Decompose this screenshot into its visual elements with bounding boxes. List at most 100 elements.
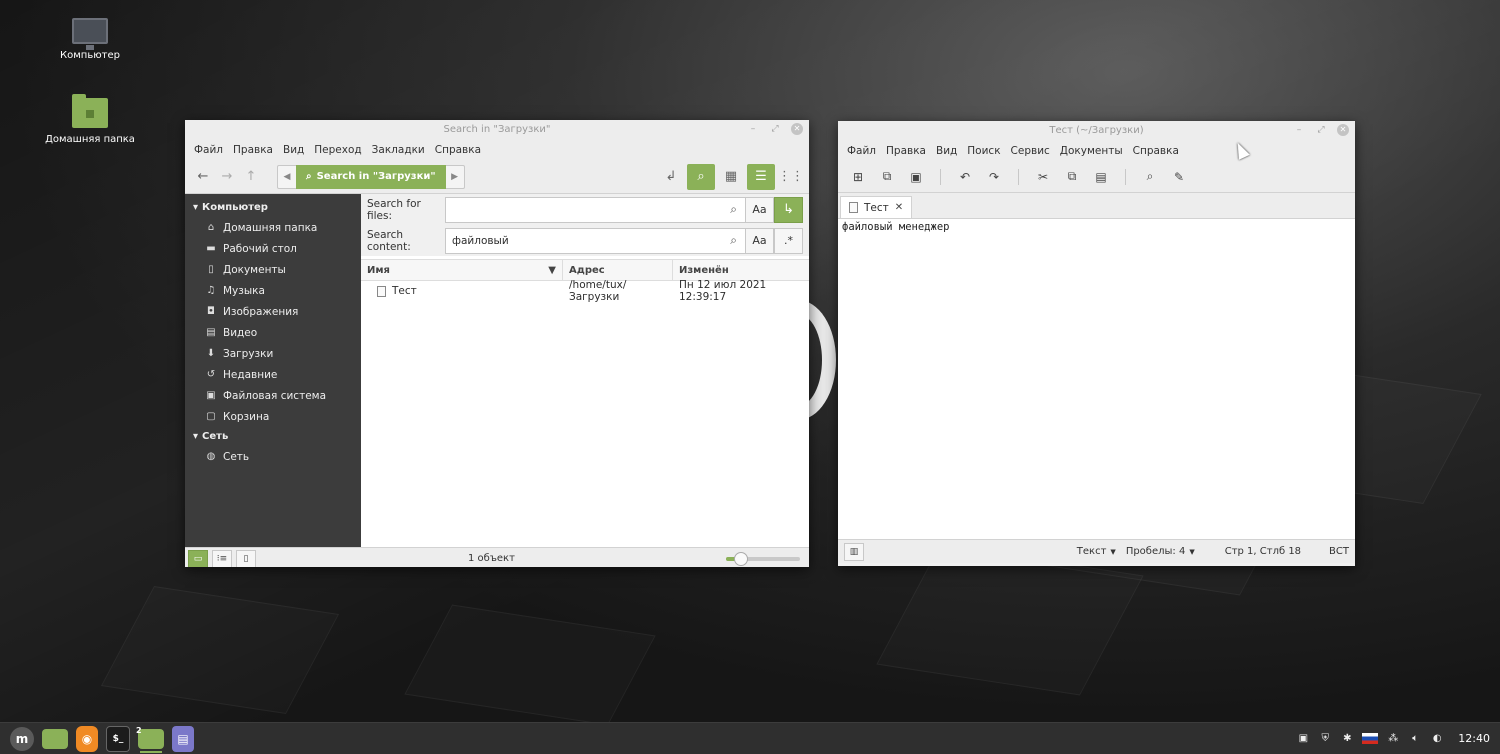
- search-content-input[interactable]: файловый ⌕: [445, 227, 745, 254]
- close-tab-icon[interactable]: ✕: [895, 202, 903, 213]
- menu-bookmarks[interactable]: Закладки: [367, 144, 430, 156]
- breadcrumb-right-arrow[interactable]: ▶: [446, 172, 464, 182]
- firefox-launcher-icon[interactable]: ◉: [76, 725, 98, 752]
- back-button[interactable]: ←: [191, 165, 215, 189]
- keyboard-layout-flag-icon[interactable]: [1362, 733, 1379, 744]
- list-view-button[interactable]: ☰: [747, 163, 775, 190]
- column-modified[interactable]: Изменён: [673, 260, 807, 280]
- copy-icon[interactable]: ⧉: [1060, 165, 1084, 189]
- content-case-sensitive-button[interactable]: Aa: [745, 227, 774, 254]
- close-button[interactable]: ✕: [791, 123, 803, 135]
- cut-icon[interactable]: ✂: [1031, 165, 1055, 189]
- tab-width-selector[interactable]: Пробелы: 4 ▼: [1126, 546, 1195, 557]
- search-icon[interactable]: ⌕: [1138, 165, 1162, 189]
- menu-tools[interactable]: Сервис: [1006, 145, 1055, 157]
- sidebar-item-trash[interactable]: ▢ Корзина: [185, 406, 361, 427]
- menu-search[interactable]: Поиск: [962, 145, 1005, 157]
- tree-toggle-button[interactable]: ⁝≡: [212, 549, 232, 567]
- text-editor-toolbar: ⊞ ⧉ ▣ ↶ ↷ ✂ ⧉ ▤ ⌕ ✎: [838, 161, 1355, 193]
- clipboard-icon[interactable]: ▣: [1296, 732, 1310, 746]
- maximize-button[interactable]: ⤢: [769, 123, 781, 135]
- hide-sidebar-button[interactable]: ▯: [236, 549, 256, 567]
- language-selector[interactable]: Текст ▼: [1077, 546, 1116, 557]
- menu-view[interactable]: Вид: [278, 144, 309, 156]
- terminal-launcher-icon[interactable]: $_: [106, 725, 130, 752]
- sidebar-item-downloads[interactable]: ⬇ Загрузки: [185, 343, 361, 364]
- menu-edit[interactable]: Правка: [228, 144, 278, 156]
- icon-view-button[interactable]: ▦: [719, 165, 743, 189]
- volume-icon[interactable]: 🔈︎: [1408, 732, 1422, 746]
- breadcrumb-current[interactable]: ⌕ Search in "Загрузки": [296, 164, 446, 189]
- toolbar-separator: [1018, 168, 1019, 185]
- menu-file[interactable]: Файл: [842, 145, 881, 157]
- sidebar-section-computer[interactable]: ▾ Компьютер: [185, 198, 361, 217]
- desktop-icon-computer[interactable]: Компьютер: [40, 18, 140, 61]
- search-toggle-button[interactable]: ⌕: [687, 163, 715, 190]
- up-button[interactable]: ↑: [239, 165, 263, 189]
- start-search-button[interactable]: ↳: [774, 196, 803, 223]
- forward-button[interactable]: →: [215, 165, 239, 189]
- files-launcher-icon[interactable]: [42, 728, 68, 749]
- menu-view[interactable]: Вид: [931, 145, 962, 157]
- file-manager-titlebar[interactable]: Search in "Загрузки" – ⤢ ✕: [185, 120, 809, 140]
- tab-document[interactable]: Тест ✕: [840, 196, 913, 218]
- paste-icon[interactable]: ▤: [1089, 165, 1113, 189]
- sidebar-item-network[interactable]: ◍ Сеть: [185, 446, 361, 467]
- menu-edit[interactable]: Правка: [881, 145, 931, 157]
- open-document-icon[interactable]: ⧉: [875, 165, 899, 189]
- file-manager-task-icon[interactable]: 2: [136, 726, 164, 753]
- sidebar-item-home[interactable]: ⌂ Домашняя папка: [185, 217, 361, 238]
- sidebar-section-network[interactable]: ▾ Сеть: [185, 427, 361, 446]
- menu-file[interactable]: Файл: [189, 144, 228, 156]
- notifications-icon[interactable]: ◐: [1430, 732, 1444, 746]
- bluetooth-icon[interactable]: ✱: [1340, 732, 1354, 746]
- breadcrumb-left-arrow[interactable]: ◀: [278, 172, 296, 182]
- desktop-icon-home[interactable]: Домашняя папка: [40, 94, 140, 145]
- text-editor-task-icon[interactable]: ▤: [172, 725, 194, 754]
- minimize-button[interactable]: –: [1293, 124, 1305, 136]
- text-editor-titlebar[interactable]: Тест (~/Загрузки) – ⤢ ✕: [838, 121, 1355, 141]
- sidebar-item-filesystem[interactable]: ▣ Файловая система: [185, 385, 361, 406]
- compact-view-button[interactable]: ⋮⋮: [778, 165, 804, 189]
- replace-icon[interactable]: ✎: [1167, 165, 1191, 189]
- toolbar-separator: [940, 168, 941, 185]
- toggle-location-button[interactable]: ↲: [659, 165, 683, 189]
- network-icon[interactable]: ⁂: [1386, 732, 1400, 746]
- sidebar-item-recent[interactable]: ↺ Недавние: [185, 364, 361, 385]
- menu-go[interactable]: Переход: [309, 144, 366, 156]
- text-file-icon: [849, 202, 858, 213]
- shield-icon[interactable]: ⛨: [1318, 732, 1332, 746]
- file-modified: Пн 12 июл 2021 12:39:17: [679, 279, 767, 303]
- menu-help[interactable]: Справка: [430, 144, 486, 156]
- sidebar-item-music[interactable]: ♫ Музыка: [185, 280, 361, 301]
- side-panel-toggle-button[interactable]: ▥: [844, 542, 864, 561]
- regex-toggle-button[interactable]: .*: [774, 227, 803, 254]
- home-folder-icon: [72, 94, 108, 128]
- zoom-slider-handle[interactable]: [734, 551, 748, 566]
- table-row[interactable]: Тест /home/tux/Загрузки Пн 12 июл 2021 1…: [361, 279, 809, 303]
- sidebar-item-pictures[interactable]: ◘ Изображения: [185, 301, 361, 322]
- trash-icon: ▢: [206, 411, 216, 422]
- column-location[interactable]: Адрес: [563, 260, 673, 280]
- clock[interactable]: 12:40: [1458, 732, 1490, 745]
- files-case-sensitive-button[interactable]: Aa: [745, 196, 774, 223]
- new-document-icon[interactable]: ⊞: [846, 165, 870, 189]
- sidebar-item-desktop[interactable]: ▬ Рабочий стол: [185, 238, 361, 259]
- undo-icon[interactable]: ↶: [953, 165, 977, 189]
- text-editor-area[interactable]: файловый менеджер: [838, 219, 1355, 539]
- close-button[interactable]: ✕: [1337, 124, 1349, 136]
- sidebar-item-documents[interactable]: ▯ Документы: [185, 259, 361, 280]
- menu-button[interactable]: m: [10, 726, 34, 751]
- minimize-button[interactable]: –: [747, 123, 759, 135]
- menu-help[interactable]: Справка: [1128, 145, 1184, 157]
- column-name[interactable]: Имя ▼: [361, 260, 563, 280]
- sidebar-item-video[interactable]: ▤ Видео: [185, 322, 361, 343]
- menu-documents[interactable]: Документы: [1055, 145, 1128, 157]
- zoom-slider[interactable]: [726, 551, 800, 566]
- save-icon[interactable]: ▣: [904, 165, 928, 189]
- maximize-button[interactable]: ⤢: [1315, 124, 1327, 136]
- places-toggle-button[interactable]: ▭: [188, 549, 208, 567]
- computer-icon: [72, 18, 108, 50]
- search-files-input[interactable]: ⌕: [445, 196, 745, 223]
- redo-icon[interactable]: ↷: [982, 165, 1006, 189]
